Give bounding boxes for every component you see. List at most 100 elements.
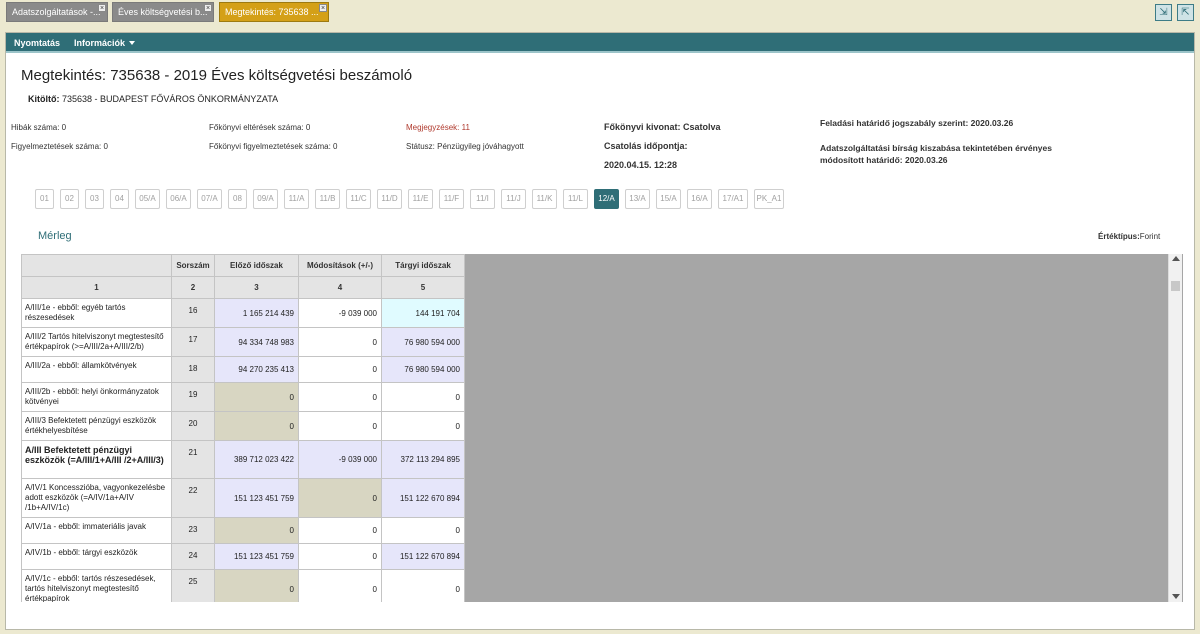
table-row: A/III/1e - ebből: egyéb tartós részesedé… [21,298,465,328]
tab-eves-koltsegvetesi[interactable]: Éves költségvetési b... × [112,2,214,22]
column-index: 4 [298,276,382,299]
value-curr-cell[interactable]: 76 980 594 000 [381,327,465,357]
close-icon[interactable]: × [319,4,327,12]
export-icon[interactable]: ⇲ [1155,4,1172,21]
page-button[interactable]: 11/D [377,189,402,209]
value-curr-cell[interactable]: 144 191 704 [381,298,465,328]
column-index: 1 [21,276,172,299]
page-button[interactable]: 11/K [532,189,557,209]
filler-value: 735638 - BUDAPEST FŐVÁROS ÖNKORMÁNYZATA [62,94,279,104]
page-button[interactable]: 11/B [315,189,340,209]
page-button[interactable]: 12/A [594,189,619,209]
value-prev-cell[interactable]: 0 [214,569,299,602]
page-button[interactable]: 11/C [346,189,371,209]
scroll-up-icon[interactable] [1172,256,1180,261]
balance-table: Sorszám Előző időszak Módosítások (+/-) … [21,254,465,602]
tab-adatszolgaltatasok[interactable]: Adatszolgáltatások -... × [6,2,108,22]
table-row: A/III/2b - ebből: helyi önkormányzatok k… [21,382,465,412]
value-type: Értéktípus:Forint [1098,232,1160,241]
column-header: Sorszám [171,254,215,277]
page-button[interactable]: 17/A1 [718,189,748,209]
value-mod-cell[interactable]: -9 039 000 [298,298,382,328]
page-button[interactable]: 11/I [470,189,495,209]
value-curr-cell[interactable]: 0 [381,411,465,441]
deadline-modified-2: módosított határidő: 2020.03.26 [820,155,948,165]
value-mod-cell[interactable]: 0 [298,478,382,518]
row-number: 16 [171,298,215,328]
scroll-down-icon[interactable] [1172,594,1180,599]
import-icon[interactable]: ⇱ [1177,4,1194,21]
page-button[interactable]: 15/A [656,189,681,209]
value-prev-cell[interactable]: 1 165 214 439 [214,298,299,328]
value-mod-cell[interactable]: 0 [298,543,382,570]
value-prev-cell[interactable]: 94 334 748 983 [214,327,299,357]
value-prev-cell[interactable]: 0 [214,411,299,441]
row-label: A/III/2b - ebből: helyi önkormányzatok k… [21,382,172,412]
print-menu[interactable]: Nyomtatás [14,38,60,48]
page-button[interactable]: 06/A [166,189,191,209]
page-button[interactable]: 11/E [408,189,433,209]
page-button[interactable]: PK_A1 [754,189,784,209]
value-curr-cell[interactable]: 76 980 594 000 [381,356,465,383]
page-button[interactable]: 08 [228,189,247,209]
tab-label: Megtekintés: 735638 ... [225,7,319,17]
value-prev-cell[interactable]: 94 270 235 413 [214,356,299,383]
value-curr-cell[interactable]: 151 122 670 894 [381,478,465,518]
scroll-thumb[interactable] [1171,281,1180,291]
value-curr-cell[interactable]: 0 [381,382,465,412]
page-button[interactable]: 11/J [501,189,526,209]
page-button[interactable]: 02 [60,189,79,209]
page-button[interactable]: 07/A [197,189,222,209]
value-curr-cell[interactable]: 151 122 670 894 [381,543,465,570]
page-button[interactable]: 09/A [253,189,278,209]
table-row: A/IV/1a - ebből: immateriális javak 23 0 0 0 [21,517,465,544]
value-prev-cell[interactable]: 151 123 451 759 [214,543,299,570]
attach-time: 2020.04.15. 12:28 [604,160,678,170]
value-mod-cell[interactable]: 0 [298,327,382,357]
row-label: A/IV/1 Koncesszióba, vagyonkezelésbe ado… [21,478,172,518]
page-button[interactable]: 11/F [439,189,464,209]
close-icon[interactable]: × [98,4,106,12]
value-mod-cell[interactable]: 0 [298,356,382,383]
row-label: A/IV/1b - ebből: tárgyi eszközök [21,543,172,570]
page-button[interactable]: 05/A [135,189,160,209]
value-curr-cell[interactable]: 0 [381,517,465,544]
page-button[interactable]: 13/A [625,189,650,209]
row-label: A/III/3 Befektetett pénzügyi eszközök ér… [21,411,172,441]
page-button[interactable]: 01 [35,189,54,209]
value-mod-cell[interactable]: 0 [298,382,382,412]
filler-line: Kitöltő: 735638 - BUDAPEST FŐVÁROS ÖNKOR… [28,94,278,104]
table-row: A/III/3 Befektetett pénzügyi eszközök ér… [21,411,465,441]
tab-megtekintes[interactable]: Megtekintés: 735638 ... × [219,2,329,22]
tab-label: Adatszolgáltatások -... [12,7,101,17]
table-row: A/III Befektetett pénzügyi eszközök (=A/… [21,440,465,479]
ledger-warn-count: Főkönyvi figyelmeztetések száma: 0 [209,142,338,151]
window-tab-bar: Adatszolgáltatások -... × Éves költségve… [0,0,1200,28]
row-label: A/IV/1c - ebből: tartós részesedések, ta… [21,569,172,602]
notes-link[interactable]: Megjegyzések: 11 [406,123,470,132]
value-prev-cell[interactable]: 151 123 451 759 [214,478,299,518]
page-button[interactable]: 04 [110,189,129,209]
value-curr-cell[interactable]: 0 [381,569,465,602]
value-prev-cell[interactable]: 0 [214,382,299,412]
value-prev-cell[interactable]: 389 712 023 422 [214,440,299,479]
errors-count: Hibák száma: 0 [11,123,67,132]
page-button[interactable]: 16/A [687,189,712,209]
vertical-scrollbar[interactable] [1168,254,1182,602]
close-icon[interactable]: × [204,4,212,12]
column-index: 3 [214,276,299,299]
page-button[interactable]: 03 [85,189,104,209]
column-header: Előző időszak [214,254,299,277]
value-prev-cell[interactable]: 0 [214,517,299,544]
deadline: Feladási határidő jogszabály szerint: 20… [820,118,1014,128]
page-button[interactable]: 11/L [563,189,588,209]
value-mod-cell[interactable]: 0 [298,569,382,602]
value-curr-cell[interactable]: 372 113 294 895 [381,440,465,479]
deadline-modified-1: Adatszolgáltatási bírság kiszabása tekin… [820,143,1052,153]
page-button[interactable]: 11/A [284,189,309,209]
value-mod-cell[interactable]: -9 039 000 [298,440,382,479]
ledger-diff-count: Főkönyvi eltérések száma: 0 [209,123,311,132]
value-mod-cell[interactable]: 0 [298,517,382,544]
value-mod-cell[interactable]: 0 [298,411,382,441]
info-menu[interactable]: Információk [74,38,136,48]
